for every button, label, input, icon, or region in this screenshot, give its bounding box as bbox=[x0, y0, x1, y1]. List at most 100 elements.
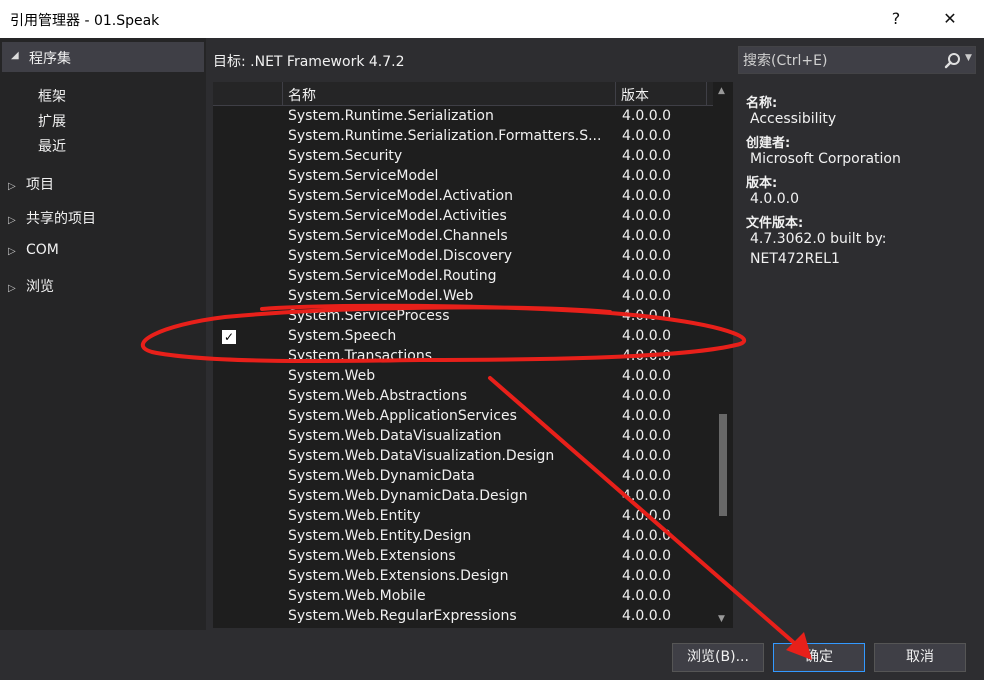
sidebar-section-label: 程序集 bbox=[29, 51, 71, 67]
sidebar-item-com[interactable]: ▷ COM bbox=[8, 242, 59, 258]
list-item-version: 4.0.0.0 bbox=[622, 308, 671, 324]
detail-creator-value: Microsoft Corporation bbox=[750, 151, 901, 167]
list-item-name: System.ServiceModel bbox=[288, 168, 439, 184]
cancel-button[interactable]: 取消 bbox=[874, 643, 966, 672]
list-item-name: System.ServiceModel.Discovery bbox=[288, 248, 513, 264]
list-item[interactable]: System.Web.DataVisualization 4.0.0.0 bbox=[213, 427, 713, 447]
sidebar-item-recent[interactable]: 最近 bbox=[38, 136, 66, 156]
list-item-name: System.Security bbox=[288, 148, 403, 164]
sidebar-item-projects[interactable]: ▷ 项目 bbox=[8, 174, 54, 194]
help-button[interactable]: ? bbox=[876, 4, 916, 34]
list-item[interactable]: System.Web.Extensions 4.0.0.0 bbox=[213, 547, 713, 567]
list-item-version: 4.0.0.0 bbox=[622, 208, 671, 224]
list-item-name: System.ServiceModel.Activation bbox=[288, 188, 513, 204]
list-item-version: 4.0.0.0 bbox=[622, 148, 671, 164]
list-item[interactable]: System.ServiceModel.Web 4.0.0.0 bbox=[213, 287, 713, 307]
collapsed-arrow-icon: ▷ bbox=[8, 181, 16, 192]
list-item[interactable]: System.Web.DynamicData 4.0.0.0 bbox=[213, 467, 713, 487]
list-item-name: System.Runtime.Serialization.Formatters.… bbox=[288, 128, 602, 144]
column-separator[interactable] bbox=[706, 82, 707, 106]
list-item[interactable]: System.ServiceModel.Discovery 4.0.0.0 bbox=[213, 247, 713, 267]
list-item-name: System.Web.Entity bbox=[288, 508, 421, 524]
detail-file-version-value-cont: NET472REL1 bbox=[750, 251, 840, 267]
scroll-down-icon[interactable]: ▼ bbox=[718, 614, 725, 624]
list-item-name: System.ServiceModel.Activities bbox=[288, 208, 507, 224]
list-item[interactable]: System.ServiceProcess 4.0.0.0 bbox=[213, 307, 713, 327]
list-item-version: 4.0.0.0 bbox=[622, 228, 671, 244]
sidebar-item-extensions[interactable]: 扩展 bbox=[38, 111, 66, 131]
list-item-name: System.Web.Mobile bbox=[288, 588, 426, 604]
list-header: 名称 版本 bbox=[213, 82, 713, 106]
list-item-name: System.Speech bbox=[288, 328, 397, 344]
list-item[interactable]: System.Web.Extensions.Design 4.0.0.0 bbox=[213, 567, 713, 587]
column-separator[interactable] bbox=[282, 82, 283, 106]
list-item[interactable]: System.ServiceModel.Activation 4.0.0.0 bbox=[213, 187, 713, 207]
close-button[interactable]: ✕ bbox=[930, 4, 970, 34]
list-item-name: System.Web.DataVisualization.Design bbox=[288, 448, 555, 464]
list-item-version: 4.0.0.0 bbox=[622, 468, 671, 484]
detail-version-label: 版本: bbox=[746, 176, 778, 191]
list-item[interactable]: System.ServiceModel.Routing 4.0.0.0 bbox=[213, 267, 713, 287]
collapsed-arrow-icon: ▷ bbox=[8, 215, 16, 226]
list-item-name: System.Web.RegularExpressions bbox=[288, 608, 517, 624]
list-item-name: System.Web.Extensions bbox=[288, 548, 456, 564]
collapsed-arrow-icon: ▷ bbox=[8, 283, 16, 294]
list-item-name: System.Web.ApplicationServices bbox=[288, 408, 517, 424]
column-header-name[interactable]: 名称 bbox=[288, 85, 316, 105]
list-item[interactable]: System.Web.Abstractions 4.0.0.0 bbox=[213, 387, 713, 407]
list-item[interactable]: System.Transactions 4.0.0.0 bbox=[213, 347, 713, 367]
list-item-version: 4.0.0.0 bbox=[622, 248, 671, 264]
ok-button[interactable]: 确定 bbox=[773, 643, 865, 672]
detail-file-version-value: 4.7.3062.0 built by: bbox=[750, 231, 887, 247]
list-item-version: 4.0.0.0 bbox=[622, 428, 671, 444]
list-item[interactable]: System.Web 4.0.0.0 bbox=[213, 367, 713, 387]
list-item[interactable]: System.Web.Entity 4.0.0.0 bbox=[213, 507, 713, 527]
collapsed-arrow-icon: ▷ bbox=[8, 246, 16, 257]
list-item[interactable]: System.Web.DynamicData.Design 4.0.0.0 bbox=[213, 487, 713, 507]
list-item-version: 4.0.0.0 bbox=[622, 268, 671, 284]
list-item[interactable]: System.Web.Entity.Design 4.0.0.0 bbox=[213, 527, 713, 547]
list-item[interactable]: System.Web.DataVisualization.Design 4.0.0… bbox=[213, 447, 713, 467]
sidebar-item-shared-projects[interactable]: ▷ 共享的项目 bbox=[8, 208, 96, 228]
list-item-name: System.Runtime.Serialization bbox=[288, 108, 494, 124]
list-item-name: System.ServiceModel.Channels bbox=[288, 228, 508, 244]
list-item-name: System.Web.Extensions.Design bbox=[288, 568, 509, 584]
list-item-version: 4.0.0.0 bbox=[622, 408, 671, 424]
list-item[interactable]: System.Web.RegularExpressions 4.0.0.0 bbox=[213, 607, 713, 627]
scroll-up-icon[interactable]: ▲ bbox=[718, 86, 725, 96]
list-item-version: 4.0.0.0 bbox=[622, 388, 671, 404]
list-item[interactable]: System.ServiceModel 4.0.0.0 bbox=[213, 167, 713, 187]
list-item-version: 4.0.0.0 bbox=[622, 288, 671, 304]
detail-name-label: 名称: bbox=[746, 96, 778, 111]
list-item-version: 4.0.0.0 bbox=[622, 328, 671, 344]
list-item[interactable]: System.Web.ApplicationServices 4.0.0.0 bbox=[213, 407, 713, 427]
sidebar-item-browse[interactable]: ▷ 浏览 bbox=[8, 276, 54, 296]
list-item-version: 4.0.0.0 bbox=[622, 348, 671, 364]
browse-button[interactable]: 浏览(B)... bbox=[672, 643, 764, 672]
list-item-version: 4.0.0.0 bbox=[622, 588, 671, 604]
list-item-name: System.Transactions bbox=[288, 348, 433, 364]
list-item[interactable]: System.Web.Mobile 4.0.0.0 bbox=[213, 587, 713, 607]
column-separator[interactable] bbox=[615, 82, 616, 106]
search-icon[interactable] bbox=[943, 51, 963, 71]
list-item[interactable]: System.Runtime.Serialization.Formatters.… bbox=[213, 127, 713, 147]
detail-version-value: 4.0.0.0 bbox=[750, 191, 799, 207]
list-item[interactable]: System.Security 4.0.0.0 bbox=[213, 147, 713, 167]
list-item-name: System.Web.Entity.Design bbox=[288, 528, 472, 544]
chevron-down-icon[interactable]: ▼ bbox=[965, 53, 972, 63]
list-item[interactable]: ✓ System.Speech 4.0.0.0 bbox=[213, 327, 713, 347]
list-item[interactable]: System.ServiceModel.Activities 4.0.0.0 bbox=[213, 207, 713, 227]
sidebar-item-framework[interactable]: 框架 bbox=[38, 86, 66, 106]
sidebar-section-assemblies[interactable]: ◢ 程序集 bbox=[2, 42, 204, 72]
list-scrollbar[interactable]: ▲ ▼ bbox=[713, 82, 733, 628]
column-header-version[interactable]: 版本 bbox=[621, 85, 649, 105]
scrollbar-thumb[interactable] bbox=[719, 414, 727, 516]
list-item-name: System.Web.Abstractions bbox=[288, 388, 468, 404]
list-item[interactable]: System.Runtime.Serialization 4.0.0.0 bbox=[213, 107, 713, 127]
list-item[interactable]: System.ServiceModel.Channels 4.0.0.0 bbox=[213, 227, 713, 247]
checkbox-checked-icon[interactable]: ✓ bbox=[222, 330, 236, 344]
sidebar-item-label: 浏览 bbox=[26, 279, 54, 295]
search-input[interactable] bbox=[743, 51, 933, 71]
list-item-name: System.ServiceModel.Web bbox=[288, 288, 474, 304]
search-box[interactable]: ▼ bbox=[738, 46, 976, 74]
